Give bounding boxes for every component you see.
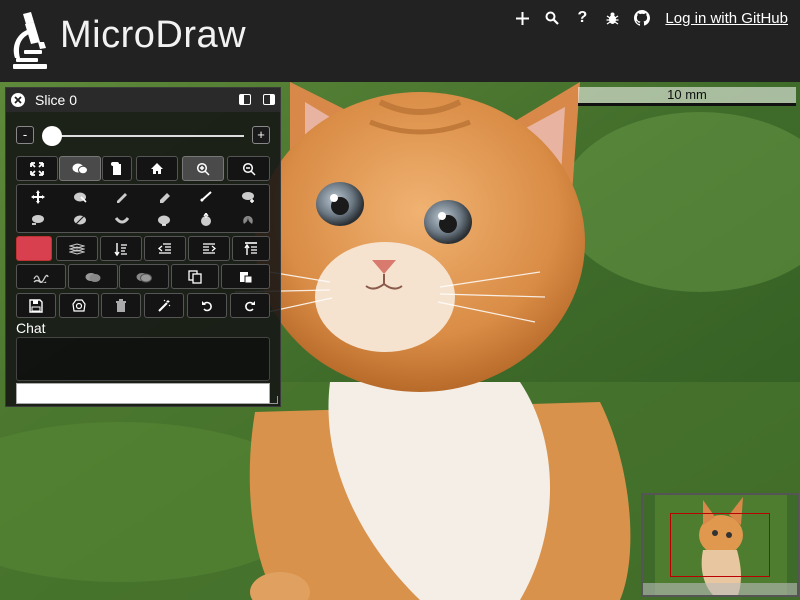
search-icon[interactable]: [537, 8, 567, 28]
add-point-icon[interactable]: [227, 186, 269, 208]
smooth-button[interactable]: [16, 264, 66, 289]
help-icon[interactable]: ?: [567, 8, 597, 28]
slice-slider-track[interactable]: [44, 135, 244, 137]
panel-titlebar[interactable]: Slice 0: [6, 88, 280, 112]
simplify-icon[interactable]: [101, 209, 143, 231]
fullscreen-button[interactable]: [16, 156, 58, 181]
outdent-icon: [158, 243, 171, 254]
scroll-button[interactable]: [102, 156, 132, 181]
move-icon[interactable]: [17, 186, 59, 208]
next-slice-button[interactable]: +: [252, 126, 270, 144]
slice-label: Slice 0: [35, 92, 78, 108]
intersect-icon[interactable]: [227, 209, 269, 231]
comments-icon: [72, 163, 88, 174]
flip-icon[interactable]: [185, 209, 227, 231]
copy-icon: [188, 269, 202, 284]
draw-bezier-icon[interactable]: [185, 186, 227, 208]
undo-icon: [202, 300, 212, 311]
magic-wand-button[interactable]: [144, 293, 184, 318]
delete-point-icon[interactable]: [17, 209, 59, 231]
indent-icon: [203, 243, 216, 254]
paste-button[interactable]: [221, 264, 270, 289]
header-actions: ? Log in with GitHub: [507, 8, 788, 28]
scale-bar: 10 mm: [578, 87, 796, 106]
outdent-button[interactable]: [144, 236, 186, 261]
sort-down-button[interactable]: [100, 236, 142, 261]
magic-wand-icon: [158, 299, 171, 312]
layers-button[interactable]: [56, 236, 98, 261]
chat-log: [16, 337, 270, 381]
draw-icon[interactable]: [101, 186, 143, 208]
login-github-link[interactable]: Log in with GitHub: [665, 10, 788, 27]
subtract-icon: [136, 272, 152, 282]
plus-icon[interactable]: [507, 8, 537, 28]
home-button[interactable]: [136, 156, 178, 181]
indent-button[interactable]: [188, 236, 230, 261]
navigator-viewport-rect[interactable]: [670, 513, 770, 577]
dock-left-icon[interactable]: [239, 94, 251, 105]
top-bar: MicroDraw ? Log in with GitHub: [0, 0, 800, 82]
zoom-out-button[interactable]: [227, 156, 270, 181]
delete-button[interactable]: [101, 293, 141, 318]
paste-icon: [239, 271, 252, 283]
sort-up-button[interactable]: [232, 236, 270, 261]
close-icon[interactable]: [11, 93, 25, 107]
scroll-icon: [111, 161, 121, 175]
wave-icon: [33, 274, 49, 283]
chat-input[interactable]: [16, 383, 270, 404]
dock-right-icon[interactable]: [263, 94, 275, 105]
github-icon[interactable]: [627, 8, 657, 28]
sort-up-icon: [244, 241, 257, 255]
trash-icon: [116, 298, 126, 312]
panel-resize-handle[interactable]: [270, 396, 278, 404]
zoom-in-icon: [196, 162, 210, 176]
slice-slider-thumb[interactable]: [42, 126, 62, 146]
unite-button[interactable]: [68, 264, 118, 289]
save-icon: [29, 298, 43, 313]
zoom-out-icon: [242, 162, 256, 176]
camera-icon: [72, 298, 86, 312]
tools-panel[interactable]: Slice 0 - + Chat: [5, 87, 281, 407]
previous-slice-button[interactable]: -: [16, 126, 34, 144]
app-title: MicroDraw: [60, 14, 247, 56]
color-picker-button[interactable]: [16, 236, 52, 261]
redo-button[interactable]: [230, 293, 270, 318]
save-button[interactable]: [16, 293, 56, 318]
split-icon[interactable]: [59, 209, 101, 231]
expand-icon: [30, 161, 44, 176]
sort-down-icon: [114, 242, 127, 256]
subtract-button[interactable]: [119, 264, 169, 289]
slice-slider-row: - +: [16, 126, 270, 146]
layers-icon: [69, 242, 85, 255]
unite-icon: [85, 272, 101, 282]
eraser-icon[interactable]: [143, 186, 185, 208]
home-icon: [151, 163, 163, 174]
select-region-icon[interactable]: [59, 186, 101, 208]
bug-icon[interactable]: [597, 8, 627, 28]
zoom-in-button[interactable]: [182, 156, 224, 181]
screenshot-button[interactable]: [59, 293, 99, 318]
navigator-minimap[interactable]: [641, 493, 799, 597]
microscope-logo-icon[interactable]: [10, 12, 50, 70]
undo-button[interactable]: [187, 293, 227, 318]
chat-label: Chat: [16, 320, 46, 336]
redo-icon: [245, 300, 255, 311]
chat-button[interactable]: [59, 156, 101, 181]
smooth-region-icon[interactable]: [143, 209, 185, 231]
edit-tools-grid: [16, 184, 270, 233]
copy-button[interactable]: [171, 264, 219, 289]
